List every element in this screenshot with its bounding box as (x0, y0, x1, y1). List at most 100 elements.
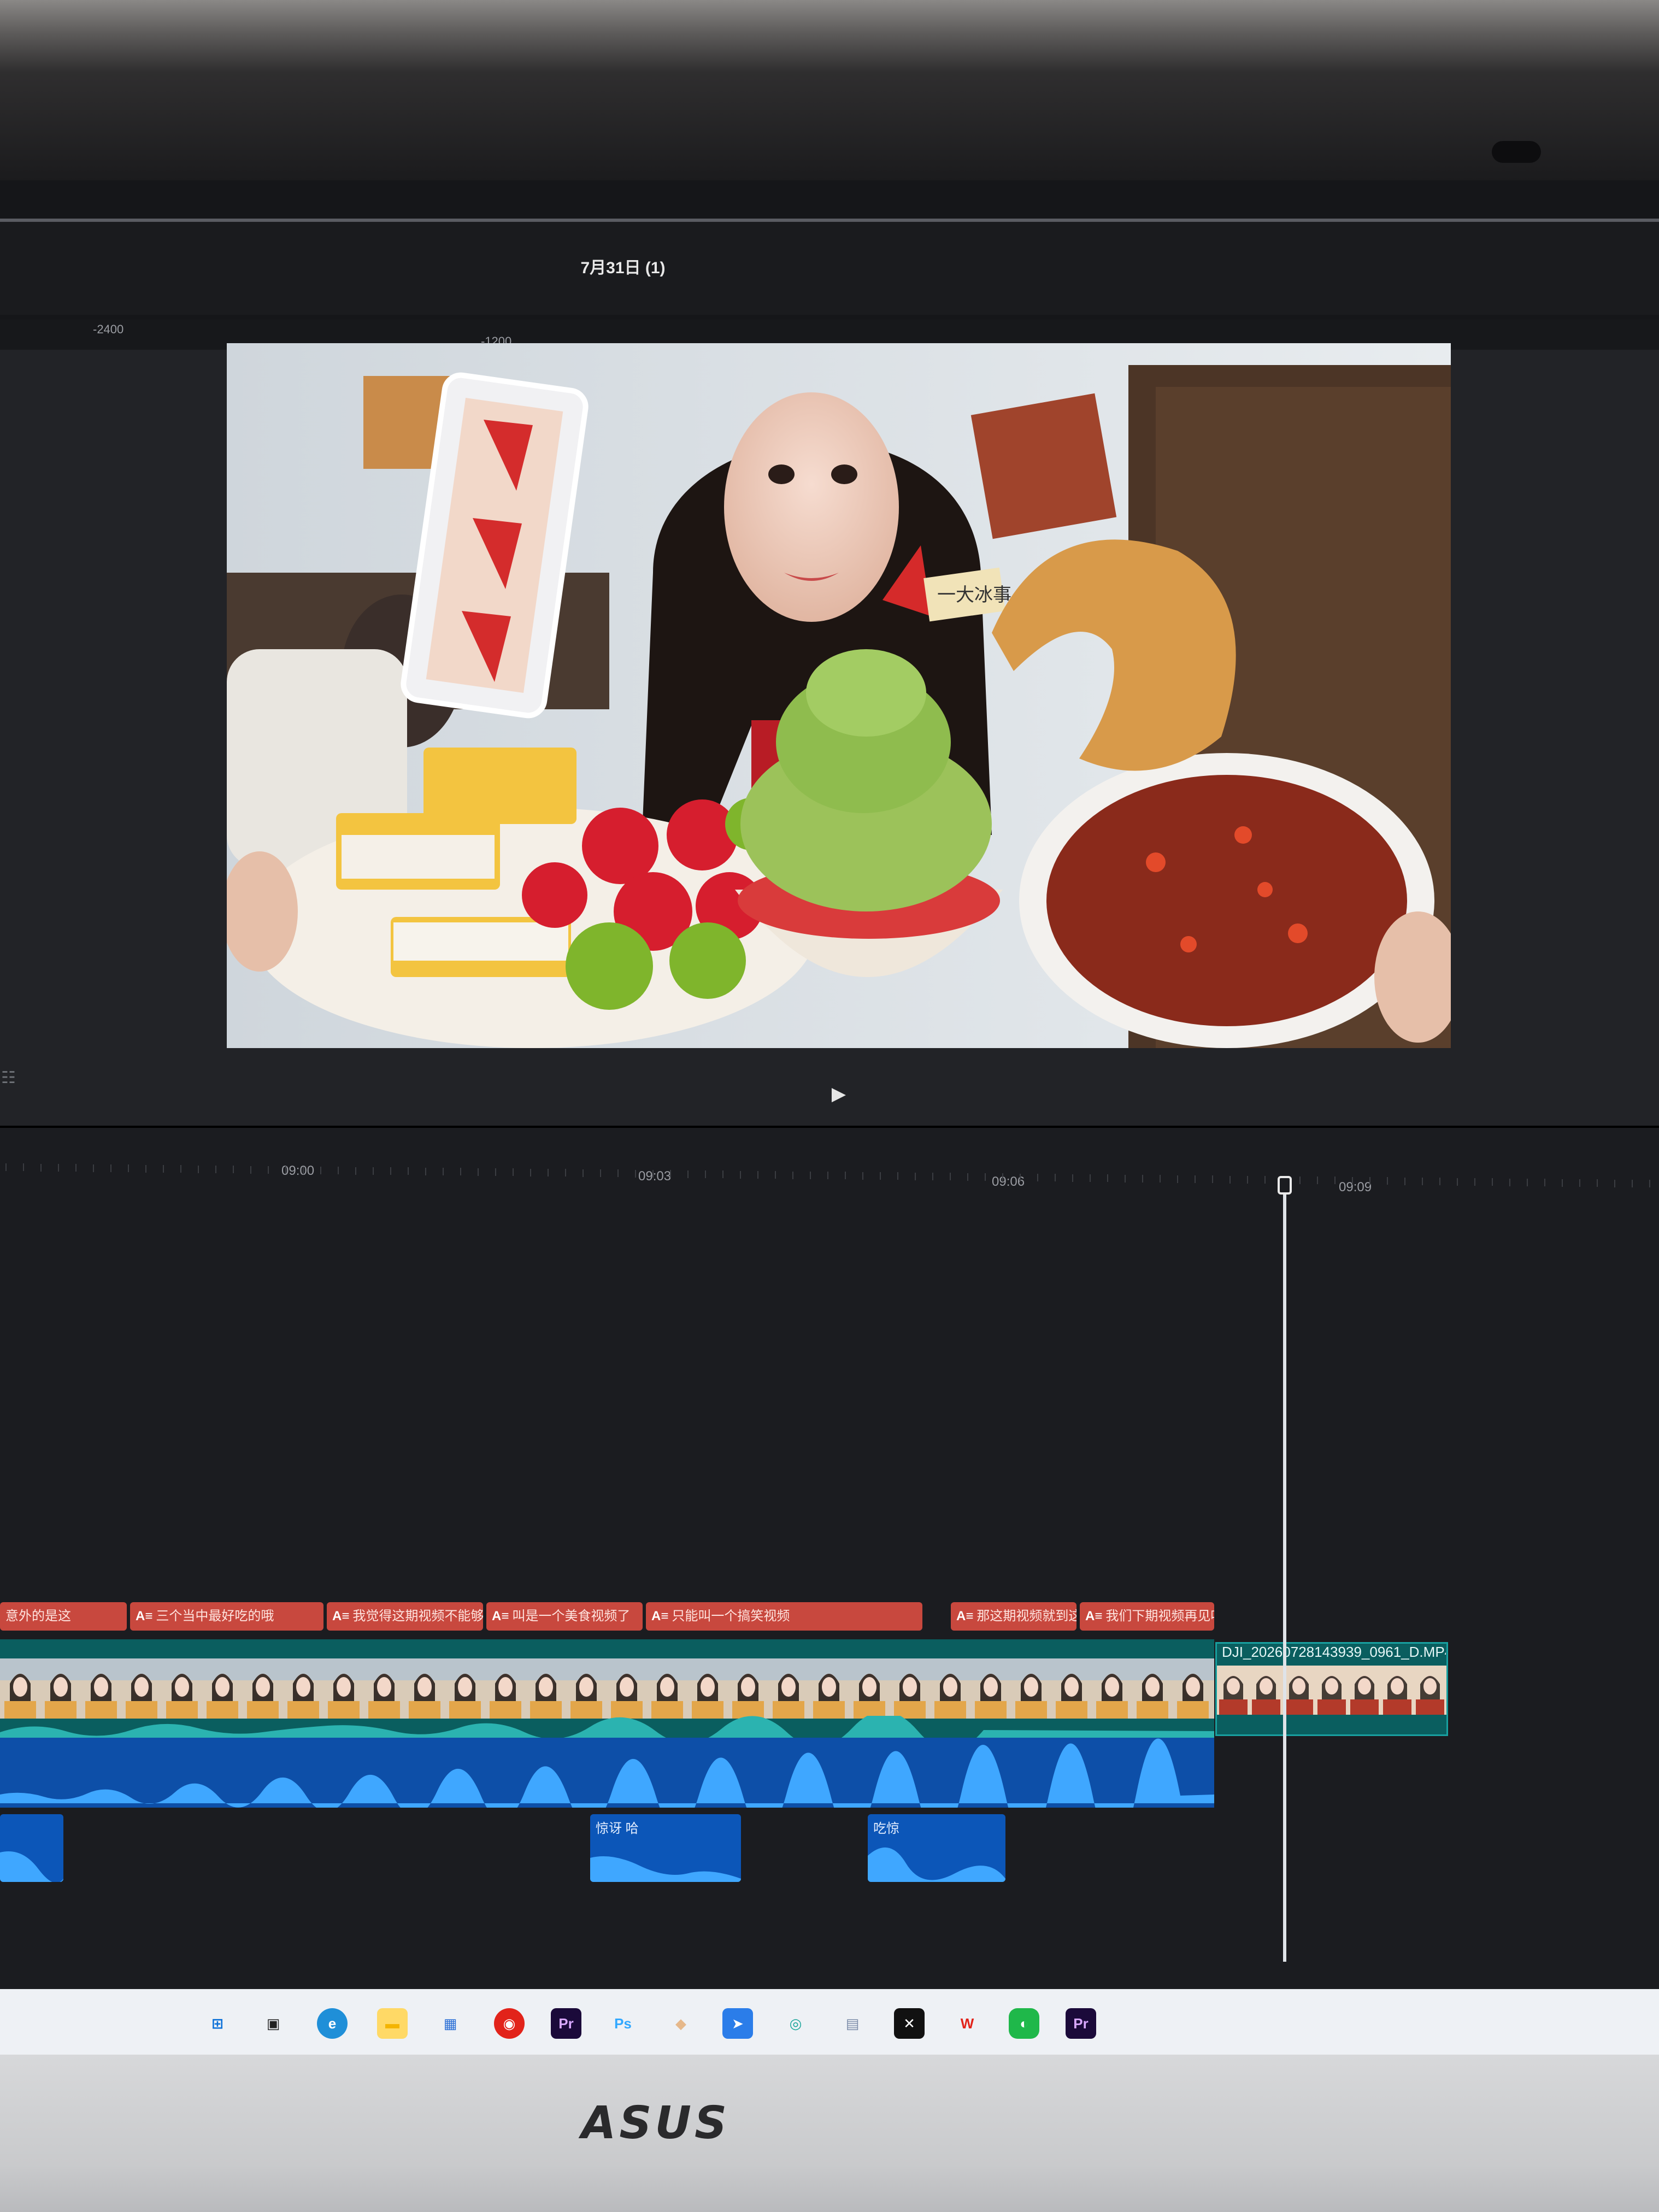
wechat-icon[interactable]: ◐ (1009, 2008, 1039, 2039)
premiere-pro-icon[interactable]: Pr (551, 2008, 581, 2039)
project-title: 7月31日 (1) (580, 259, 666, 277)
ruler-tick (583, 1169, 584, 1177)
ruler-tick (425, 1168, 426, 1175)
ruler-tick (652, 1170, 654, 1178)
ruler-tick (1317, 1176, 1318, 1184)
timeline-ruler[interactable]: 09:00 09:03 09:06 09:09 (0, 1139, 1659, 1195)
ruler-tick (845, 1172, 846, 1179)
ruler-tick (1404, 1178, 1405, 1185)
ruler-tick (303, 1167, 304, 1174)
ruler-tick (1020, 1174, 1021, 1181)
ruler-tick (1247, 1176, 1248, 1184)
ruler-tick (1299, 1176, 1301, 1184)
sfx-label: 惊讶 哈 (596, 1821, 639, 1836)
ruler-tick (1195, 1175, 1196, 1183)
text-track-icon: A≡ (956, 1609, 974, 1623)
caption-clip[interactable]: A≡ 三个当中最好吃的哦 (130, 1602, 323, 1631)
ruler-tick (495, 1168, 496, 1176)
playhead-line[interactable] (1283, 1186, 1286, 1962)
wps-office-icon[interactable]: W (952, 2008, 983, 2039)
settings-app-icon[interactable]: ◎ (780, 2008, 811, 2039)
audio-track-clip[interactable] (0, 1738, 1214, 1849)
playhead-handle[interactable] (1278, 1176, 1292, 1195)
caption-text: 我觉得这期视频不能够 (352, 1609, 483, 1623)
monitor-bezel-top (0, 0, 1659, 180)
ruler-tick (180, 1165, 181, 1173)
ruler-tick (1457, 1178, 1458, 1186)
ruler-tick (1107, 1174, 1108, 1182)
ruler-tick (390, 1167, 391, 1175)
feishu-icon[interactable]: ➤ (722, 2008, 753, 2039)
premiere-pro-icon-2[interactable]: Pr (1066, 2008, 1096, 2039)
windows-taskbar (0, 1989, 1659, 2055)
ruler-tick (530, 1169, 531, 1176)
ruler-tick (285, 1166, 286, 1174)
ruler-tick (1177, 1175, 1178, 1183)
caption-clip[interactable]: A≡ 我们下期视频再见咯 (1080, 1602, 1214, 1631)
timeline-panel[interactable] (0, 1126, 1659, 1991)
caption-clip[interactable]: A≡ 叫是一个美食视频了 (486, 1602, 643, 1631)
sound-effect-clip[interactable]: 惊讶 哈 (590, 1814, 741, 1882)
ruler-tick (1649, 1180, 1650, 1187)
ruler-tick (1037, 1174, 1038, 1181)
thumbnail-sign: 一大冰事 (937, 584, 1011, 606)
ruler-tick (565, 1169, 566, 1176)
app-icon-2[interactable]: ▤ (837, 2008, 868, 2039)
ruler-label: -2400 (93, 322, 124, 336)
caption-text: 三个当中最好吃的哦 (156, 1609, 274, 1623)
audio-waveform (0, 1851, 63, 1882)
capcut-icon[interactable]: ✕ (894, 2008, 925, 2039)
ruler-tick (1229, 1176, 1231, 1184)
ruler-tick (932, 1173, 933, 1180)
ruler-tick (443, 1168, 444, 1175)
ruler-tick (687, 1170, 689, 1178)
ruler-tick (1072, 1174, 1073, 1182)
ruler-tick (1422, 1178, 1423, 1185)
windows-start-icon[interactable]: ⊞ (202, 2008, 233, 2039)
ruler-tick (775, 1171, 776, 1179)
caption-clip[interactable]: A≡ 只能叫一个搞笑视频 (646, 1602, 922, 1631)
task-view-icon[interactable]: ▣ (258, 2008, 289, 2039)
text-track-icon: A≡ (492, 1609, 509, 1623)
caption-clip[interactable]: A≡ 那这期视频就到这 (951, 1602, 1076, 1631)
ruler-tick (950, 1173, 951, 1180)
timecode-label: 09:09 (1339, 1180, 1372, 1195)
ruler-tick (1090, 1174, 1091, 1182)
play-button[interactable]: ▶ (828, 1083, 850, 1105)
audio-waveform (0, 1738, 1214, 1849)
caption-text: 只能叫一个搞笑视频 (672, 1609, 790, 1623)
video-thumbnail-preview[interactable]: 一大冰事 (227, 343, 1451, 1048)
ruler-tick (635, 1170, 636, 1178)
ruler-tick (1544, 1179, 1545, 1186)
edge-browser-icon[interactable]: e (317, 2008, 348, 2039)
photoshop-icon[interactable]: Ps (608, 2008, 638, 2039)
caption-clip[interactable]: 意外的是这 (0, 1602, 127, 1631)
ruler-tick (1632, 1180, 1633, 1187)
monitor-brand-logo: ASUS (581, 2097, 731, 2149)
grid-view-icon[interactable]: ☷ (1, 1068, 23, 1088)
ruler-tick (548, 1169, 549, 1176)
caption-clip[interactable]: A≡ 我觉得这期视频不能够 (327, 1602, 483, 1631)
video-thumbnail-strip (0, 1658, 1214, 1719)
microsoft-store-icon[interactable]: ▦ (435, 2008, 466, 2039)
ruler-tick (1160, 1175, 1161, 1183)
sound-effect-clip[interactable] (0, 1814, 63, 1882)
thumbnail-image: 一大冰事 (227, 343, 1451, 1048)
ruler-tick (670, 1170, 671, 1178)
netease-music-icon[interactable]: ◉ (494, 2008, 525, 2039)
ruler-tick (1562, 1179, 1563, 1187)
ruler-tick (1474, 1178, 1475, 1186)
text-track-icon: A≡ (332, 1609, 350, 1623)
ruler-tick (128, 1164, 129, 1172)
ruler-tick (862, 1172, 863, 1180)
ruler-tick (373, 1167, 374, 1175)
text-track-icon: A≡ (1085, 1609, 1103, 1623)
caption-text: 那这期视频就到这 (976, 1609, 1076, 1623)
app-icon[interactable]: ◆ (666, 2008, 696, 2039)
ruler-tick (40, 1164, 42, 1172)
file-explorer-icon[interactable]: ▬ (377, 2008, 408, 2039)
ruler-tick (1055, 1174, 1056, 1181)
ruler-tick (1002, 1173, 1003, 1181)
ruler-tick (355, 1167, 356, 1175)
sound-effect-clip[interactable]: 吃惊 (868, 1814, 1005, 1882)
